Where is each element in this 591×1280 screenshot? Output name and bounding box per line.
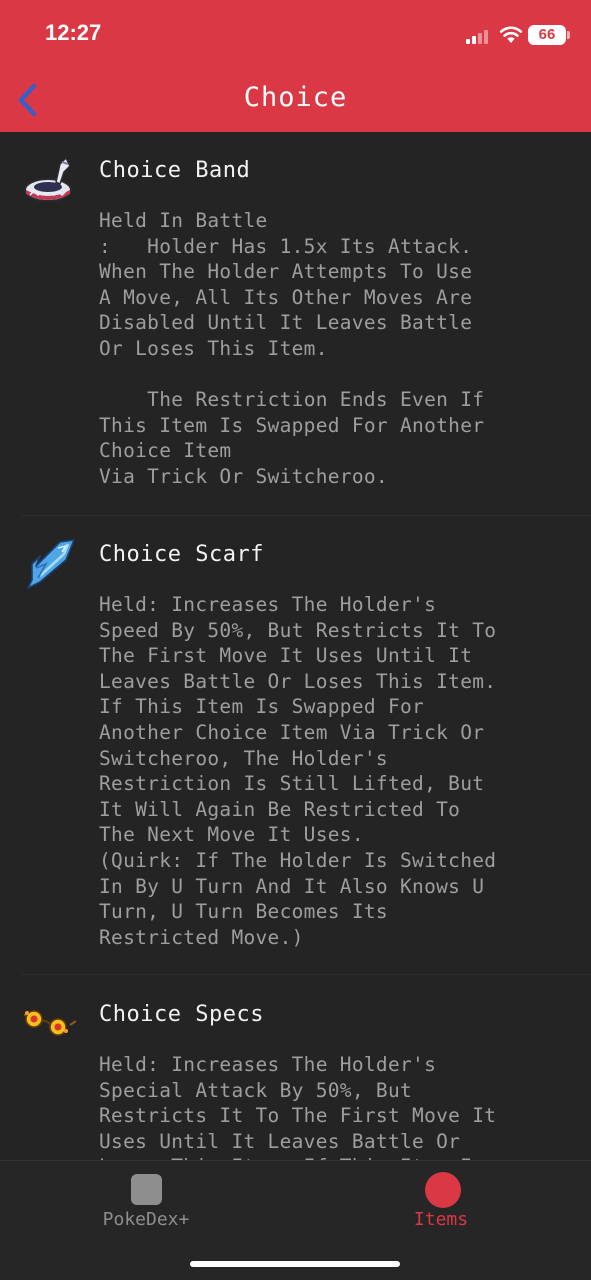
tab-pokedex[interactable]: PokeDex+ — [46, 1161, 246, 1241]
nav-bar: Choice — [0, 68, 591, 132]
wifi-icon — [499, 26, 523, 43]
tab-label: PokeDex+ — [102, 1209, 190, 1230]
item-description: Held: Increases The Holder's Speed By 50… — [99, 593, 497, 949]
circle-icon — [425, 1172, 461, 1208]
square-icon — [131, 1174, 162, 1205]
status-time: 12:27 — [45, 20, 102, 45]
status-bar: 12:27 66 — [0, 0, 591, 68]
item-description: Held In Battle : Holder Has 1.5x Its Att… — [99, 209, 485, 488]
battery-cap — [567, 31, 570, 39]
item-name: Choice Specs — [99, 1002, 264, 1027]
tab-items[interactable]: Items — [341, 1161, 541, 1241]
choice-scarf-icon — [27, 539, 75, 589]
choice-specs-icon — [23, 1010, 76, 1036]
list-item[interactable]: Choice Scarf Held: Increases The Holder'… — [0, 516, 591, 975]
item-list[interactable]: Choice Band Held In Battle : Holder Has … — [0, 132, 591, 1160]
item-name: Choice Scarf — [99, 542, 264, 567]
item-description: Held: Increases The Holder's Special Att… — [99, 1053, 497, 1160]
list-item[interactable]: Choice Specs Held: Increases The Holder'… — [0, 975, 591, 1160]
cellular-signal-icon — [466, 28, 492, 44]
item-name: Choice Band — [99, 158, 251, 183]
choice-band-icon — [24, 156, 72, 202]
page-title: Choice — [243, 82, 348, 113]
battery-icon: 66 — [528, 25, 566, 45]
home-indicator — [190, 1261, 400, 1267]
list-item[interactable]: Choice Band Held In Battle : Holder Has … — [0, 132, 591, 516]
tab-label: Items — [413, 1209, 469, 1230]
